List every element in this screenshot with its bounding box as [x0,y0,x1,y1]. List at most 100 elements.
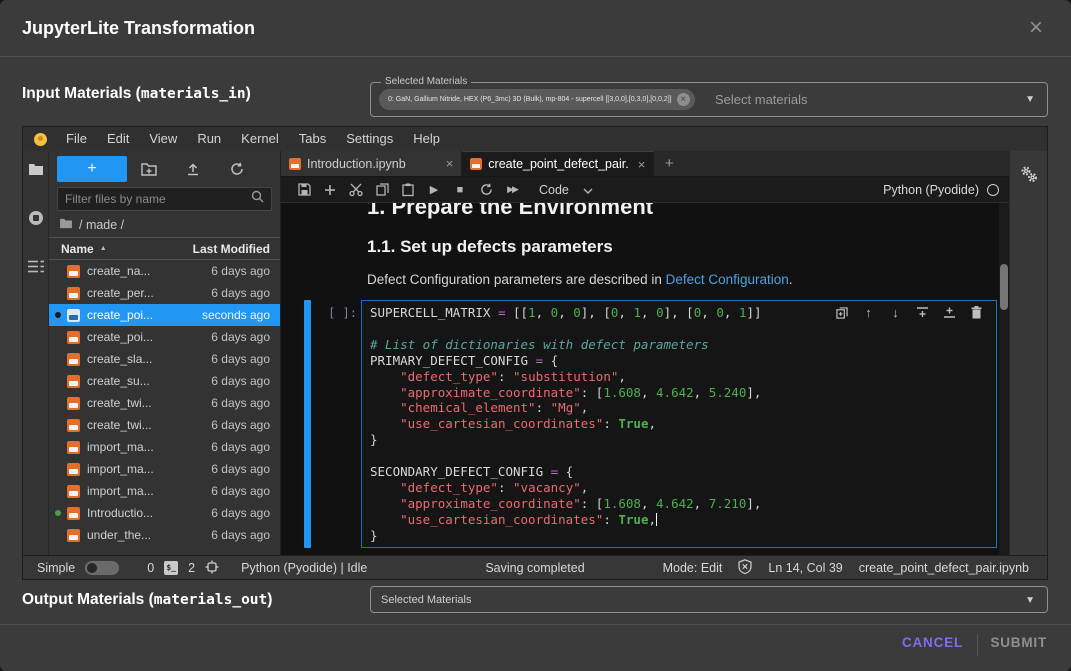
file-row[interactable]: create_twi...6 days ago [49,392,280,414]
file-list-header[interactable]: Name ▲ Last Modified [49,237,280,260]
file-name[interactable]: create_poi... [87,308,153,322]
tab-create-point-defect-pair[interactable]: create_point_defect_pair.ip × [462,151,654,176]
run-cell-icon[interactable]: ▶ [421,183,447,196]
menu-edit[interactable]: Edit [97,127,139,151]
trust-shield-icon[interactable] [738,559,752,577]
file-name[interactable]: Introductio... [87,506,153,520]
code-editor[interactable]: SUPERCELL_MATRIX = [[1, 0, 0], [0, 1, 0]… [361,300,997,548]
cell-collapser[interactable] [304,300,311,548]
tab-introduction[interactable]: Introduction.ipynb × [281,151,462,176]
cursor-position[interactable]: Ln 14, Col 39 [768,561,842,575]
file-name[interactable]: create_su... [87,374,150,388]
copy-cells-icon[interactable] [369,183,395,196]
input-materials-select[interactable]: Selected Materials 0: GaN, Gallium Nitri… [370,82,1048,117]
column-name[interactable]: Name [49,242,94,256]
file-browser-icon[interactable] [28,163,44,176]
material-chip[interactable]: 0: GaN, Gallium Nitride, HEX (P6_3mc) 3D… [379,89,695,110]
paragraph-text: Defect Configuration parameters are desc… [367,272,666,287]
tab-close-icon[interactable]: × [638,157,646,172]
notebook-scrollbar[interactable] [999,203,1009,555]
file-name[interactable]: create_na... [87,264,150,278]
filter-files-input[interactable] [65,192,251,206]
breadcrumb[interactable]: / made / [49,211,280,237]
insert-cell-icon[interactable] [317,184,343,196]
notebook-file-icon [67,397,80,410]
editor-mode[interactable]: Mode: Edit [663,561,723,575]
duplicate-cell-icon[interactable] [833,305,850,320]
submit-button[interactable]: SUBMIT [990,635,1047,650]
save-icon[interactable] [291,183,317,196]
menu-tabs[interactable]: Tabs [289,127,336,151]
file-last-modified: 6 days ago [211,462,280,476]
file-name[interactable]: import_ma... [87,484,154,498]
scrollbar-thumb[interactable] [1000,264,1008,310]
breadcrumb-path[interactable]: / made / [79,218,124,232]
file-row[interactable]: import_ma... 6 days ago [49,458,280,480]
file-name[interactable]: import_ma... [87,462,154,476]
file-row[interactable]: Introductio...6 days ago [49,502,280,524]
file-row[interactable]: under_the...6 days ago [49,524,280,546]
new-launcher-button[interactable]: + [57,156,127,182]
interrupt-kernel-icon[interactable]: ■ [447,184,473,196]
notebook-file-icon [67,507,80,520]
insert-cell-below-icon[interactable] [941,305,958,320]
defect-configuration-link[interactable]: Defect Configuration [666,272,789,287]
new-folder-icon[interactable] [127,163,171,176]
file-name[interactable]: create_twi... [87,396,152,410]
kernel-name: Python (Pyodide) [883,183,979,197]
dropdown-arrow-icon[interactable]: ▼ [1025,94,1035,105]
file-name[interactable]: create_poi... [87,330,153,344]
notebook-content[interactable]: 1. Prepare the Environment 1.1. Set up d… [281,203,1009,555]
menu-help[interactable]: Help [403,127,450,151]
run-all-icon[interactable]: ▶▶ [499,184,525,195]
column-last-modified[interactable]: Last Modified [193,242,280,256]
tab-label[interactable]: Introduction.ipynb [307,157,406,171]
file-row[interactable]: create_sla...6 days ago [49,348,280,370]
filter-files-box[interactable] [57,187,272,211]
move-cell-up-icon[interactable]: ↑ [860,305,877,320]
cancel-button[interactable]: CANCEL [902,635,963,650]
file-last-modified: 6 days ago [211,440,280,454]
file-row[interactable]: create_na...6 days ago [49,260,280,282]
menu-kernel[interactable]: Kernel [231,127,289,151]
file-name[interactable]: create_per... [87,286,154,300]
insert-cell-above-icon[interactable] [914,305,931,320]
file-row[interactable]: import_ma... 6 days ago [49,436,280,458]
file-name[interactable]: under_the... [87,528,151,542]
cut-cells-icon[interactable] [343,183,369,196]
new-tab-icon[interactable]: + [654,151,684,176]
close-icon[interactable]: × [1029,16,1043,40]
move-cell-down-icon[interactable]: ↓ [887,305,904,320]
file-row[interactable]: import_ma...6 days ago [49,480,280,502]
file-name[interactable]: create_sla... [87,352,152,366]
file-row[interactable]: create_twi...6 days ago [49,414,280,436]
output-materials-select[interactable]: Selected Materials ▼ [370,586,1048,613]
menu-file[interactable]: File [56,127,97,151]
input-materials-label: Input Materials (materials_in) [22,85,251,103]
tab-label[interactable]: create_point_defect_pair.ip [488,157,627,171]
upload-icon[interactable] [171,162,215,176]
file-row[interactable]: create_poi...seconds ago [49,304,280,326]
menu-run[interactable]: Run [187,127,231,151]
paste-cells-icon[interactable] [395,183,421,196]
running-sessions-icon[interactable] [28,210,44,226]
tab-close-icon[interactable]: × [446,156,454,171]
chip-remove-icon[interactable]: × [677,93,690,106]
cell-type-dropdown[interactable]: Code [539,183,593,197]
restart-kernel-icon[interactable] [473,183,499,196]
kernel-indicator[interactable]: Python (Pyodide) [883,183,999,197]
file-row[interactable]: create_per...6 days ago [49,282,280,304]
menu-view[interactable]: View [139,127,187,151]
refresh-icon[interactable] [215,162,259,176]
file-row[interactable]: create_su...6 days ago [49,370,280,392]
file-name[interactable]: create_twi... [87,418,152,432]
file-row[interactable]: create_poi...6 days ago [49,326,280,348]
cell-type-value: Code [539,183,569,197]
menu-settings[interactable]: Settings [336,127,403,151]
property-inspector-gear-icon[interactable] [1020,165,1038,555]
code-cell[interactable]: [ ]: SUPERCELL_MATRIX = [[1, 0, 0], [0, … [281,300,1009,548]
file-name[interactable]: import_ma... [87,440,154,454]
table-of-contents-icon[interactable] [28,260,44,273]
dropdown-arrow-icon[interactable]: ▼ [1025,595,1035,606]
delete-cell-icon[interactable] [968,305,985,320]
